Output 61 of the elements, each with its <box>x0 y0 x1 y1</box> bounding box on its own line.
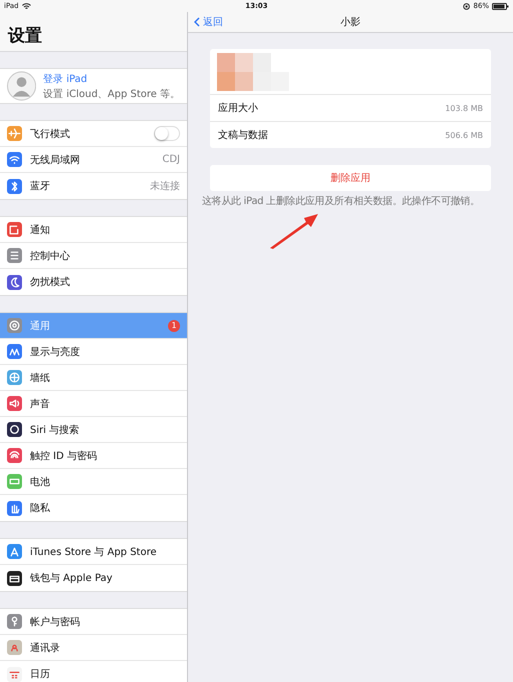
settings-item[interactable]: 显示与亮度 <box>0 339 187 365</box>
info-label: 文稿与数据 <box>218 128 268 142</box>
profile-row[interactable]: 登录 iPad 设置 iCloud、App Store 等。 <box>0 68 187 104</box>
item-value: CDJ <box>162 154 180 165</box>
page-title: 小影 <box>340 16 360 29</box>
info-value: 103.8 MB <box>445 104 483 112</box>
settings-item[interactable]: iTunes Store 与 App Store <box>0 539 187 565</box>
item-label: 声音 <box>30 398 51 410</box>
sign-in-link[interactable]: 登录 iPad <box>43 72 180 86</box>
item-label: 通知 <box>30 224 51 236</box>
settings-item[interactable]: 触控 ID 与密码 <box>0 443 187 469</box>
item-label: 无线局域网 <box>30 154 81 166</box>
settings-item[interactable]: Siri 与搜索 <box>0 417 187 443</box>
chevron-icon <box>194 17 200 27</box>
battery-icon <box>492 2 509 10</box>
settings-item[interactable]: 通讯录 <box>0 635 187 661</box>
settings-item[interactable]: 日历 <box>0 661 187 682</box>
item-label: 显示与亮度 <box>30 346 81 358</box>
delete-app-button[interactable]: 删除应用 <box>210 165 491 191</box>
orientation-lock-icon <box>463 2 470 10</box>
settings-item[interactable]: 电池 <box>0 469 187 495</box>
delete-warning: 这将从此 iPad 上删除此应用及所有相关数据。此操作不可撤销。 <box>202 195 481 208</box>
avatar-icon <box>7 71 36 101</box>
item-label: 飞行模式 <box>30 128 71 140</box>
item-label: 钱包与 Apple Pay <box>30 572 114 585</box>
toggle-switch[interactable] <box>154 126 180 141</box>
item-label: 隐私 <box>30 502 51 515</box>
settings-item[interactable]: 隐私 <box>0 495 187 521</box>
item-label: 通用 <box>30 320 51 332</box>
settings-item[interactable]: 控制中心 <box>0 243 187 269</box>
info-label: 应用大小 <box>218 102 258 115</box>
wifi-icon <box>22 2 31 10</box>
annotation-arrow <box>268 212 320 250</box>
info-value: 506.6 MB <box>445 130 483 140</box>
settings-item[interactable]: 墙纸 <box>0 365 187 391</box>
item-label: 勿扰模式 <box>30 276 71 289</box>
settings-item[interactable]: 蓝牙 未连接 <box>0 173 187 199</box>
item-label: 帐户与密码 <box>30 616 81 628</box>
item-label: 墙纸 <box>30 372 51 384</box>
settings-item[interactable]: 声音 <box>0 391 187 417</box>
item-label: 控制中心 <box>30 250 71 262</box>
blurred-app-icon <box>217 52 292 90</box>
settings-item[interactable]: 无线局域网 CDJ <box>0 147 187 173</box>
item-value: 未连接 <box>150 180 180 193</box>
settings-item[interactable]: 通用 1 <box>0 313 187 339</box>
item-label: Siri 与搜索 <box>30 424 80 436</box>
item-label: 日历 <box>30 668 51 681</box>
settings-item[interactable]: 勿扰模式 <box>0 269 187 295</box>
item-label: 蓝牙 <box>30 180 51 193</box>
item-label: 触控 ID 与密码 <box>30 450 98 462</box>
item-label: 通讯录 <box>30 642 61 654</box>
item-label: 电池 <box>30 476 51 488</box>
settings-item[interactable]: 通知 <box>0 217 187 243</box>
notification-badge: 1 <box>168 320 180 332</box>
settings-item[interactable]: 帐户与密码 <box>0 609 187 635</box>
sidebar-title: 设置 <box>8 25 42 47</box>
profile-subtitle: 设置 iCloud、App Store 等。 <box>43 88 180 100</box>
back-button[interactable]: 返回 <box>194 15 223 29</box>
settings-item[interactable]: 飞行模式 <box>0 121 187 147</box>
settings-item[interactable]: 钱包与 Apple Pay <box>0 565 187 591</box>
item-label: iTunes Store 与 App Store <box>30 546 158 558</box>
